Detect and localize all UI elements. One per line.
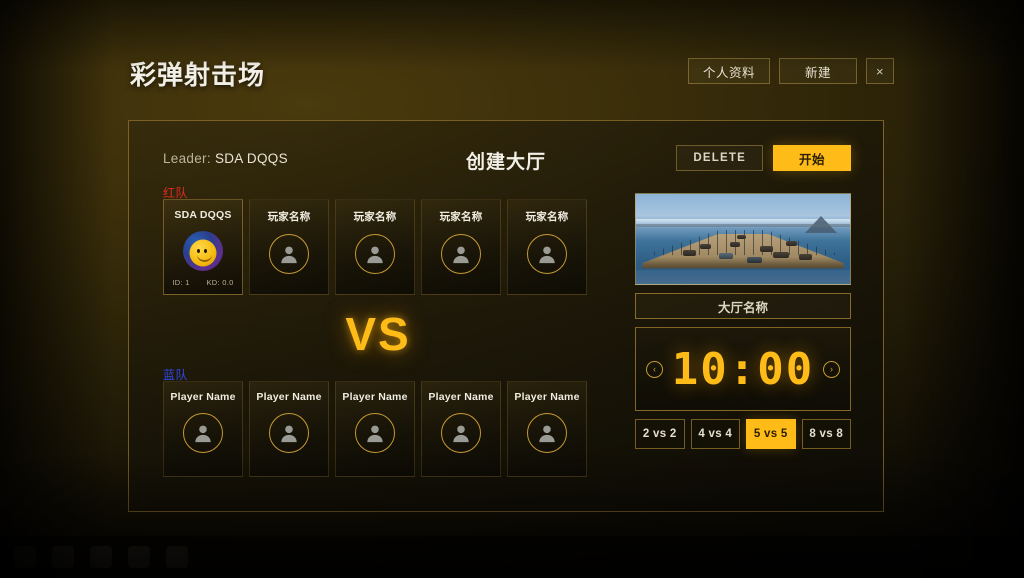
vehicle-shape <box>798 254 812 261</box>
player-slot[interactable]: Player Name <box>421 381 501 477</box>
team-size-option[interactable]: 5 vs 5 <box>746 419 796 449</box>
app-icon-3[interactable] <box>90 546 112 568</box>
player-slot[interactable]: 玩家名称 <box>335 199 415 295</box>
taskbar <box>0 536 1024 578</box>
player-slot[interactable]: 玩家名称 <box>507 199 587 295</box>
person-icon <box>527 234 567 274</box>
player-slot[interactable]: Player Name <box>163 381 243 477</box>
team-size-option[interactable]: 4 vs 4 <box>690 419 740 449</box>
water-foam <box>636 269 850 284</box>
person-icon <box>441 413 481 453</box>
player-slot-name: Player Name <box>514 391 580 403</box>
player-slot[interactable]: 玩家名称 <box>421 199 501 295</box>
player-id: ID: 1 <box>172 278 190 287</box>
player-slot-name: 玩家名称 <box>267 211 311 223</box>
player-slot-name: 玩家名称 <box>353 211 397 223</box>
page-title: 彩弹射击场 <box>130 60 266 90</box>
player-slot-name: 玩家名称 <box>439 211 483 223</box>
player-slot[interactable]: Player Name <box>249 381 329 477</box>
person-icon <box>441 234 481 274</box>
new-lobby-button[interactable]: 新建 <box>779 58 857 84</box>
person-icon <box>527 413 567 453</box>
vehicle-shape <box>747 257 763 263</box>
player-slot-name: SDA DQQS <box>174 209 232 221</box>
red-team-slots: SDA DQQS ID: 1 KD: 0.0 玩家名称 玩家名称 玩家名称 玩家名称 <box>163 199 587 295</box>
vehicle-shape <box>730 241 741 247</box>
player-slot-name: Player Name <box>342 391 408 403</box>
game-lobby-screen: 彩弹射击场 个人资料 新建 × Leader: SDA DQQS 创建大厅 DE… <box>0 0 1024 578</box>
start-button[interactable]: 开始 <box>773 145 851 171</box>
team-size-options: 2 vs 24 vs 45 vs 58 vs 8 <box>635 419 851 449</box>
close-icon[interactable]: × <box>866 58 894 84</box>
player-slot[interactable]: Player Name <box>335 381 415 477</box>
player-slot-name: Player Name <box>170 391 236 403</box>
person-icon <box>355 413 395 453</box>
app-icon-2[interactable] <box>52 546 74 568</box>
chevron-left-icon[interactable]: ‹ <box>646 360 663 378</box>
avatar <box>183 231 223 271</box>
player-slot-name: 玩家名称 <box>525 211 569 223</box>
vehicle-shape <box>700 244 712 250</box>
delete-button[interactable]: DELETE <box>676 145 763 171</box>
player-kd: KD: 0.0 <box>206 278 234 287</box>
vehicle-shape <box>736 235 746 240</box>
match-settings: 大厅名称 ‹ 10:00 › 2 vs 24 vs 45 vs 58 vs 8 <box>635 193 851 449</box>
app-icon-1[interactable] <box>14 546 36 568</box>
match-timer: ‹ 10:00 › <box>635 327 851 411</box>
player-slot[interactable]: 玩家名称 <box>249 199 329 295</box>
vehicle-shape <box>785 240 797 246</box>
timer-value: 10:00 <box>671 343 815 395</box>
lobby-actions: DELETE 开始 <box>676 145 851 171</box>
blue-team-slots: Player Name Player Name Player Name Player … <box>163 381 587 477</box>
person-icon <box>355 234 395 274</box>
app-icon-4[interactable] <box>128 546 150 568</box>
player-slot-name: Player Name <box>428 391 494 403</box>
far-shore <box>636 223 850 227</box>
app-icon-5[interactable] <box>166 546 188 568</box>
vehicle-shape <box>772 251 789 258</box>
vehicle-shape <box>683 249 697 256</box>
map-preview-image[interactable] <box>635 193 851 285</box>
vs-label: VS <box>345 308 411 360</box>
player-slot[interactable]: Player Name <box>507 381 587 477</box>
lobby-panel: Leader: SDA DQQS 创建大厅 DELETE 开始 红队 SDA D… <box>128 120 884 512</box>
player-slot[interactable]: SDA DQQS ID: 1 KD: 0.0 <box>163 199 243 295</box>
person-icon <box>269 413 309 453</box>
chevron-right-icon[interactable]: › <box>822 360 840 378</box>
profile-button[interactable]: 个人资料 <box>687 58 770 84</box>
team-size-option[interactable]: 8 vs 8 <box>801 419 851 449</box>
vs-divider: VS <box>163 307 593 361</box>
team-size-option[interactable]: 2 vs 2 <box>635 419 685 449</box>
window-controls: 个人资料 新建 × <box>687 58 894 84</box>
lobby-name-input[interactable]: 大厅名称 <box>635 293 851 319</box>
vehicle-shape <box>719 253 734 260</box>
vehicle-shape <box>760 246 774 253</box>
player-slot-name: Player Name <box>256 391 322 403</box>
player-stats: ID: 1 KD: 0.0 <box>164 278 242 287</box>
person-icon <box>183 413 223 453</box>
person-icon <box>269 234 309 274</box>
